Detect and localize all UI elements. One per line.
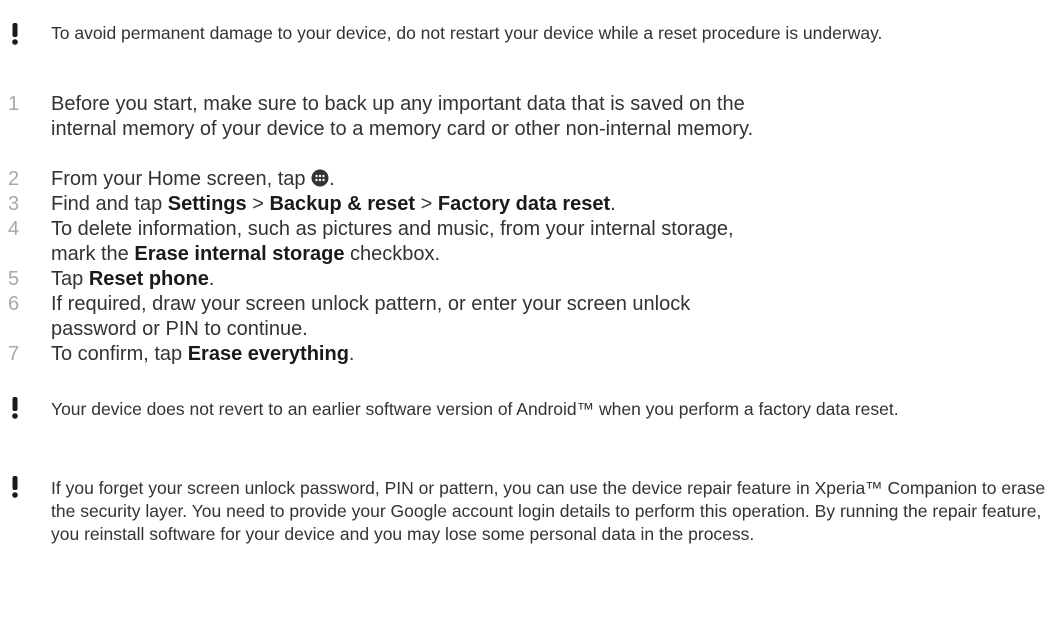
- exclamation-icon: [8, 475, 22, 499]
- step-number: 6: [8, 293, 20, 315]
- step-number: 1: [8, 93, 20, 115]
- step-text: From your Home screen, tap .: [51, 167, 781, 194]
- note-text: If you forget your screen unlock passwor…: [51, 478, 1046, 544]
- step-3: 3 Find and tap Settings > Backup & reset…: [0, 192, 1064, 217]
- step-2: 2 From your Home screen, tap .: [0, 167, 1064, 192]
- step-number: 4: [8, 218, 20, 240]
- exclamation-icon: [8, 396, 22, 420]
- apps-grid-icon: [311, 169, 329, 194]
- step-text: Before you start, make sure to back up a…: [51, 93, 754, 140]
- step-1: 1 Before you start, make sure to back up…: [0, 92, 1064, 167]
- step-4: 4 To delete information, such as picture…: [0, 217, 1064, 267]
- note-text: Your device does not revert to an earlie…: [51, 399, 899, 419]
- ui-term-erase-everything: Erase everything: [187, 343, 349, 365]
- step-text: Find and tap Settings > Backup & reset >…: [51, 193, 616, 215]
- note-text: To avoid permanent damage to your device…: [51, 23, 883, 43]
- step-text: To confirm, tap Erase everything.: [51, 343, 355, 365]
- step-text: If required, draw your screen unlock pat…: [51, 293, 691, 340]
- ui-term-erase-internal-storage: Erase internal storage: [134, 243, 345, 265]
- step-text: To delete information, such as pictures …: [51, 218, 734, 265]
- step-7: 7 To confirm, tap Erase everything.: [0, 342, 1064, 367]
- ui-term-factory-data-reset: Factory data reset: [437, 193, 611, 215]
- warning-note-2: Your device does not revert to an earlie…: [0, 396, 1064, 442]
- step-text: Tap Reset phone.: [51, 268, 215, 290]
- warning-note-1: To avoid permanent damage to your device…: [0, 22, 1064, 72]
- ui-term-settings: Settings: [167, 193, 247, 215]
- step-number: 3: [8, 193, 20, 215]
- ui-term-reset-phone: Reset phone: [88, 268, 209, 290]
- exclamation-icon: [8, 22, 22, 46]
- ui-term-backup-reset: Backup & reset: [269, 193, 416, 215]
- step-5: 5 Tap Reset phone.: [0, 267, 1064, 292]
- step-number: 7: [8, 343, 20, 365]
- warning-note-3: If you forget your screen unlock passwor…: [0, 475, 1064, 595]
- step-6: 6 If required, draw your screen unlock p…: [0, 292, 1064, 342]
- step-number: 2: [8, 168, 20, 190]
- step-number: 5: [8, 268, 20, 290]
